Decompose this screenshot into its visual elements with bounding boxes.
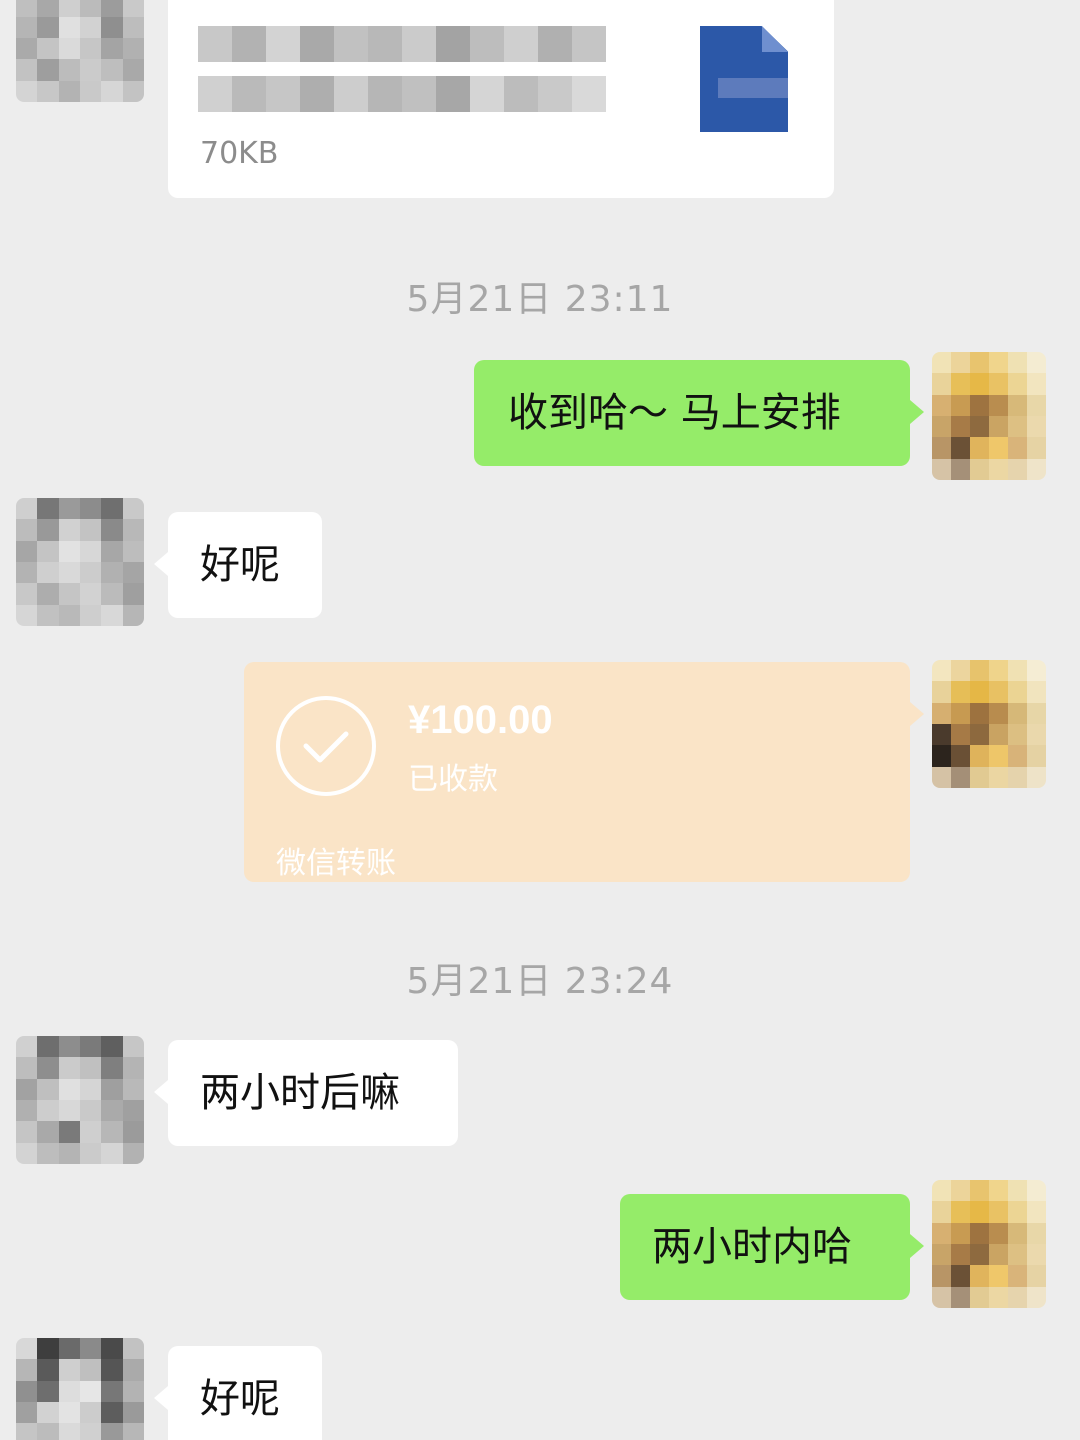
wechat-transfer-card[interactable]: ¥100.00 已收款 微信转账 [244, 662, 924, 882]
message-text: 好呢 [200, 1376, 280, 1422]
outgoing-message-bubble[interactable]: 两小时内哈 [620, 1194, 924, 1300]
my-avatar[interactable] [932, 1180, 1046, 1308]
contact-avatar[interactable] [16, 0, 144, 102]
chat-view[interactable]: 70KB 5月21日 23:11 收到哈～ 马上安排 好呢 ¥100.00 已收… [0, 0, 1080, 1440]
document-file-fold [762, 26, 788, 52]
file-name-redacted-line2 [198, 76, 606, 112]
outgoing-message-bubble[interactable]: 收到哈～ 马上安排 [474, 360, 924, 466]
message-text: 两小时内哈 [652, 1224, 852, 1270]
transfer-status: 已收款 [408, 762, 498, 797]
check-circle-icon [276, 696, 376, 796]
contact-avatar[interactable] [16, 1036, 144, 1164]
incoming-message-bubble[interactable]: 好呢 [154, 512, 322, 618]
message-text: 收到哈～ 马上安排 [508, 390, 841, 436]
contact-avatar[interactable] [16, 498, 144, 626]
file-name-redacted [198, 26, 606, 62]
incoming-message-bubble[interactable]: 两小时后嘛 [154, 1040, 458, 1146]
message-text: 两小时后嘛 [200, 1070, 400, 1116]
file-size: 70KB [200, 136, 279, 171]
incoming-message-bubble[interactable]: 好呢 [154, 1346, 322, 1440]
message-text: 好呢 [200, 542, 280, 588]
message-timestamp: 5月21日 23:11 [406, 279, 674, 320]
transfer-amount: ¥100.00 [408, 698, 553, 742]
file-message-card[interactable]: 70KB [168, 0, 834, 198]
my-avatar[interactable] [932, 660, 1046, 788]
my-avatar[interactable] [932, 352, 1046, 480]
message-timestamp: 5月21日 23:24 [406, 961, 674, 1002]
document-file-label [718, 78, 788, 98]
transfer-label: 微信转账 [276, 846, 396, 881]
contact-avatar[interactable] [16, 1338, 144, 1440]
